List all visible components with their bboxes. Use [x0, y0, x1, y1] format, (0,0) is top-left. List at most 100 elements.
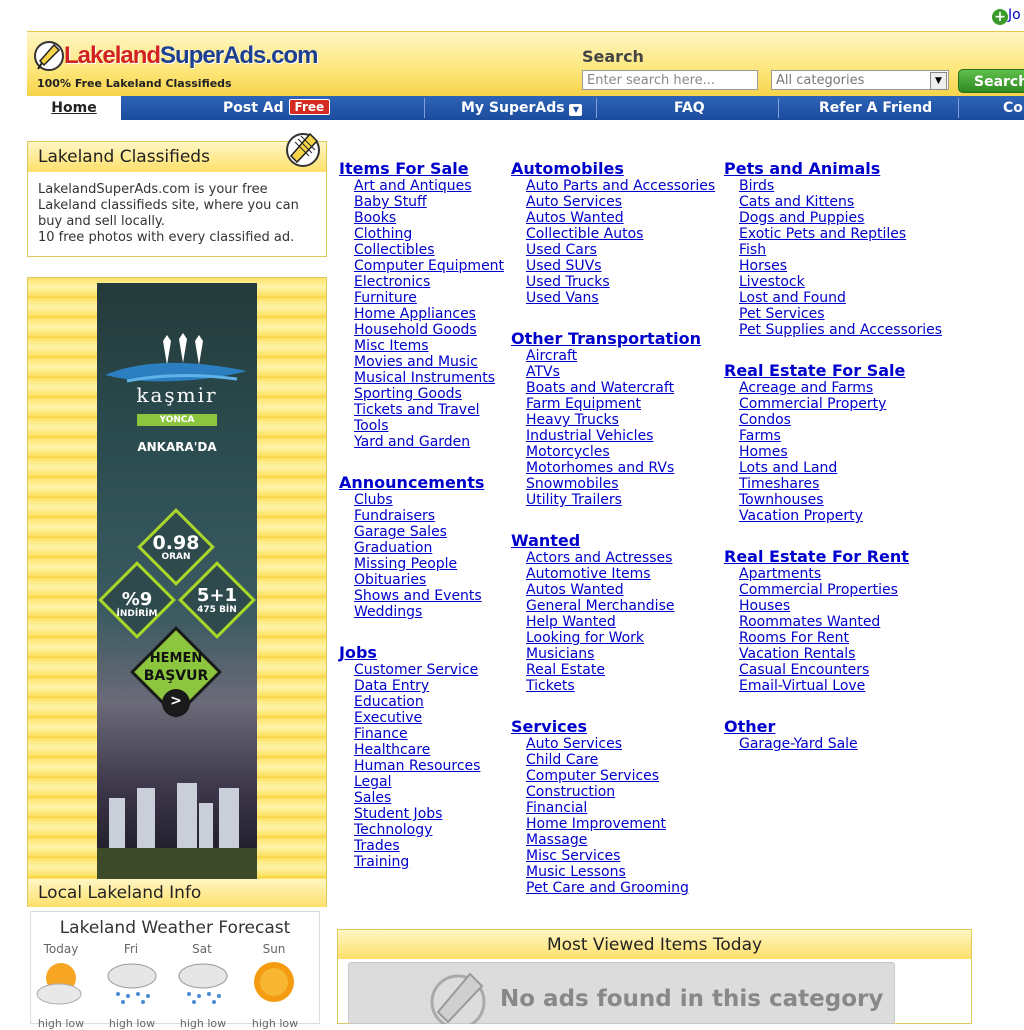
subcategory-link[interactable]: Missing People	[354, 556, 457, 572]
subcategory-link[interactable]: Pet Supplies and Accessories	[739, 322, 942, 338]
subcategory-link[interactable]: Books	[354, 210, 396, 226]
subcategory-link[interactable]: Dogs and Puppies	[739, 210, 864, 226]
subcategory-link[interactable]: Houses	[739, 598, 790, 614]
subcategory-link[interactable]: Livestock	[739, 274, 805, 290]
subcategory-link[interactable]: Child Care	[526, 752, 598, 768]
subcategory-link[interactable]: Exotic Pets and Reptiles	[739, 226, 906, 242]
subcategory-link[interactable]: Obituaries	[354, 572, 426, 588]
category-heading[interactable]: Other Transportation	[511, 329, 701, 348]
subcategory-link[interactable]: Farms	[739, 428, 781, 444]
megaphone-logo-icon[interactable]	[34, 39, 64, 73]
subcategory-link[interactable]: Lost and Found	[739, 290, 846, 306]
subcategory-link[interactable]: Used Cars	[526, 242, 597, 258]
chevron-down-icon[interactable]: ▼	[569, 104, 583, 116]
subcategory-link[interactable]: Finance	[354, 726, 408, 742]
subcategory-link[interactable]: Garage Sales	[354, 524, 447, 540]
category-heading[interactable]: Jobs	[339, 643, 377, 662]
category-heading[interactable]: Other	[724, 717, 775, 736]
subcategory-link[interactable]: Email-Virtual Love	[739, 678, 865, 694]
nav-faq[interactable]: FAQ	[674, 96, 705, 120]
subcategory-link[interactable]: Heavy Trucks	[526, 412, 619, 428]
subcategory-link[interactable]: Executive	[354, 710, 422, 726]
subcategory-link[interactable]: Home Appliances	[354, 306, 476, 322]
subcategory-link[interactable]: Clothing	[354, 226, 412, 242]
subcategory-link[interactable]: Movies and Music	[354, 354, 478, 370]
subcategory-link[interactable]: Apartments	[739, 566, 821, 582]
subcategory-link[interactable]: Actors and Actresses	[526, 550, 672, 566]
subcategory-link[interactable]: Training	[354, 854, 409, 870]
category-heading[interactable]: Automobiles	[511, 159, 624, 178]
subcategory-link[interactable]: Birds	[739, 178, 774, 194]
subcategory-link[interactable]: Commercial Property	[739, 396, 886, 412]
subcategory-link[interactable]: ATVs	[526, 364, 560, 380]
subcategory-link[interactable]: Aircraft	[526, 348, 577, 364]
category-heading[interactable]: Announcements	[339, 473, 484, 492]
subcategory-link[interactable]: Technology	[354, 822, 432, 838]
subcategory-link[interactable]: Commercial Properties	[739, 582, 898, 598]
banner-advertisement[interactable]: kaşmir YONCA ANKARA'DA 0.98 ORAN %9 İNDİ…	[97, 283, 257, 883]
subcategory-link[interactable]: Human Resources	[354, 758, 480, 774]
subcategory-link[interactable]: Automotive Items	[526, 566, 651, 582]
subcategory-link[interactable]: Pet Care and Grooming	[526, 880, 689, 896]
subcategory-link[interactable]: Art and Antiques	[354, 178, 472, 194]
subcategory-link[interactable]: Tickets and Travel	[354, 402, 480, 418]
subcategory-link[interactable]: Customer Service	[354, 662, 478, 678]
subcategory-link[interactable]: Farm Equipment	[526, 396, 641, 412]
subcategory-link[interactable]: Graduation	[354, 540, 432, 556]
subcategory-link[interactable]: Used Trucks	[526, 274, 610, 290]
subcategory-link[interactable]: Data Entry	[354, 678, 429, 694]
subcategory-link[interactable]: Shows and Events	[354, 588, 482, 604]
subcategory-link[interactable]: Autos Wanted	[526, 210, 624, 226]
subcategory-link[interactable]: Boats and Watercraft	[526, 380, 674, 396]
subcategory-link[interactable]: Motorhomes and RVs	[526, 460, 674, 476]
subcategory-link[interactable]: Auto Services	[526, 736, 622, 752]
subcategory-link[interactable]: Real Estate	[526, 662, 605, 678]
subcategory-link[interactable]: Timeshares	[739, 476, 819, 492]
subcategory-link[interactable]: Casual Encounters	[739, 662, 869, 678]
nav-my-superads[interactable]: My SuperAds ▼	[461, 96, 583, 120]
nav-contact[interactable]: Co	[1003, 96, 1023, 120]
subcategory-link[interactable]: Vacation Rentals	[739, 646, 855, 662]
subcategory-link[interactable]: Collectible Autos	[526, 226, 643, 242]
subcategory-link[interactable]: Industrial Vehicles	[526, 428, 653, 444]
subcategory-link[interactable]: Condos	[739, 412, 791, 428]
subcategory-link[interactable]: Rooms For Rent	[739, 630, 849, 646]
subcategory-link[interactable]: Music Lessons	[526, 864, 626, 880]
subcategory-link[interactable]: Electronics	[354, 274, 430, 290]
subcategory-link[interactable]: Auto Services	[526, 194, 622, 210]
category-heading[interactable]: Real Estate For Rent	[724, 547, 909, 566]
subcategory-link[interactable]: Auto Parts and Accessories	[526, 178, 715, 194]
nav-post-ad[interactable]: Post Ad Free	[223, 96, 331, 120]
subcategory-link[interactable]: Pet Services	[739, 306, 825, 322]
subcategory-link[interactable]: Weddings	[354, 604, 422, 620]
subcategory-link[interactable]: Collectibles	[354, 242, 435, 258]
subcategory-link[interactable]: Horses	[739, 258, 787, 274]
subcategory-link[interactable]: General Merchandise	[526, 598, 674, 614]
subcategory-link[interactable]: Home Improvement	[526, 816, 666, 832]
nav-home[interactable]: Home	[27, 96, 121, 120]
category-select[interactable]: All categories ▼	[771, 70, 949, 90]
subcategory-link[interactable]: Acreage and Farms	[739, 380, 873, 396]
nav-refer-friend[interactable]: Refer A Friend	[819, 96, 932, 120]
subcategory-link[interactable]: Fundraisers	[354, 508, 435, 524]
category-heading[interactable]: Real Estate For Sale	[724, 361, 905, 380]
subcategory-link[interactable]: Looking for Work	[526, 630, 644, 646]
subcategory-link[interactable]: Used SUVs	[526, 258, 602, 274]
subcategory-link[interactable]: Computer Equipment	[354, 258, 504, 274]
subcategory-link[interactable]: Help Wanted	[526, 614, 616, 630]
subcategory-link[interactable]: Musicians	[526, 646, 594, 662]
category-heading[interactable]: Pets and Animals	[724, 159, 880, 178]
subcategory-link[interactable]: Utility Trailers	[526, 492, 622, 508]
subcategory-link[interactable]: Student Jobs	[354, 806, 442, 822]
subcategory-link[interactable]: Musical Instruments	[354, 370, 495, 386]
subcategory-link[interactable]: Lots and Land	[739, 460, 837, 476]
subcategory-link[interactable]: Snowmobiles	[526, 476, 619, 492]
subcategory-link[interactable]: Construction	[526, 784, 615, 800]
category-heading[interactable]: Wanted	[511, 531, 580, 550]
site-logo[interactable]: LakelandSuperAds.com	[64, 42, 318, 70]
subcategory-link[interactable]: Tools	[354, 418, 389, 434]
subcategory-link[interactable]: Computer Services	[526, 768, 659, 784]
subcategory-link[interactable]: Trades	[354, 838, 400, 854]
subcategory-link[interactable]: Motorcycles	[526, 444, 610, 460]
subcategory-link[interactable]: Baby Stuff	[354, 194, 427, 210]
